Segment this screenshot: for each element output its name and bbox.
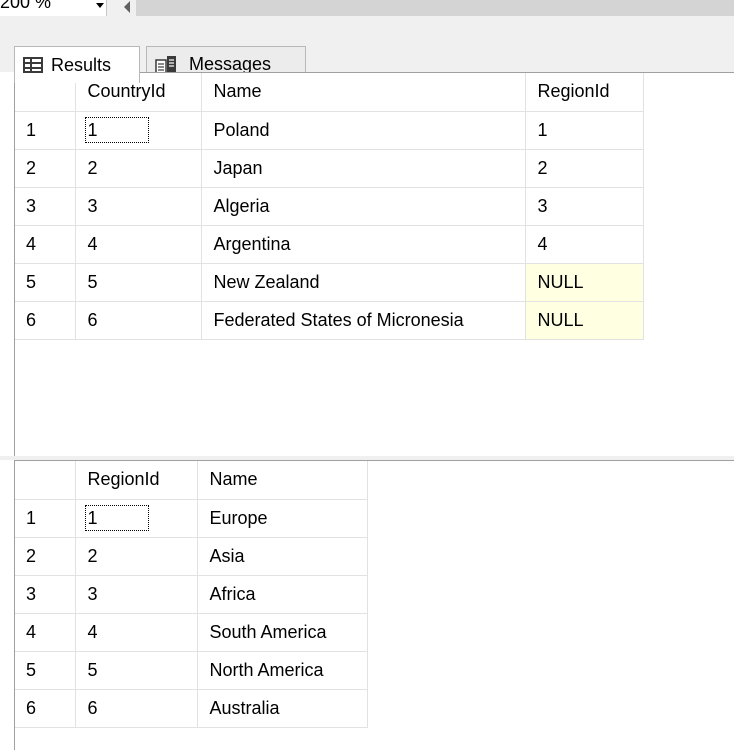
grid-cell[interactable]: 1 bbox=[525, 111, 644, 150]
table-row: 6 6 Australia bbox=[15, 689, 368, 728]
cell-value: 1 bbox=[84, 116, 149, 143]
horizontal-scrollbar[interactable] bbox=[136, 0, 734, 16]
grid-cell[interactable]: 4 bbox=[75, 613, 198, 652]
results-tab-bar: Results Messages bbox=[0, 16, 734, 83]
tab-results-label: Results bbox=[51, 54, 112, 75]
grid-cell[interactable]: North America bbox=[197, 651, 368, 690]
grid-cell[interactable]: Japan bbox=[201, 149, 526, 188]
results-frame-gutter bbox=[0, 72, 14, 750]
table-row: 2 2 Japan 2 bbox=[15, 149, 644, 188]
row-number[interactable]: 2 bbox=[15, 537, 76, 576]
row-number[interactable]: 2 bbox=[15, 149, 76, 188]
grid-cell[interactable]: Africa bbox=[197, 575, 368, 614]
grid-cell[interactable]: 5 bbox=[75, 263, 202, 302]
table-row: 2 2 Asia bbox=[15, 537, 368, 576]
grid-cell[interactable]: 4 bbox=[75, 225, 202, 264]
grid-cell[interactable]: 3 bbox=[75, 187, 202, 226]
chevron-down-icon[interactable] bbox=[96, 3, 104, 8]
row-number[interactable]: 5 bbox=[15, 651, 76, 690]
row-number[interactable]: 3 bbox=[15, 187, 76, 226]
table-row: 3 3 Africa bbox=[15, 575, 368, 614]
cell-value: 1 bbox=[84, 504, 149, 531]
row-number[interactable]: 4 bbox=[15, 225, 76, 264]
tab-results[interactable]: Results bbox=[14, 46, 140, 83]
null-cell[interactable]: NULL bbox=[525, 301, 644, 340]
table-row: 4 4 Argentina 4 bbox=[15, 225, 644, 264]
grid-icon bbox=[23, 57, 43, 73]
grid-cell[interactable]: 2 bbox=[525, 149, 644, 188]
null-cell[interactable]: NULL bbox=[525, 263, 644, 302]
zoom-value: 200 % bbox=[0, 0, 52, 12]
column-header[interactable]: RegionId bbox=[75, 461, 198, 500]
grid-cell[interactable]: 6 bbox=[75, 689, 198, 728]
table-row: 5 5 New Zealand NULL bbox=[15, 263, 644, 302]
row-number[interactable]: 5 bbox=[15, 263, 76, 302]
table-row: 4 4 South America bbox=[15, 613, 368, 652]
table-row: 1 1 Europe bbox=[15, 499, 368, 538]
scroll-left-arrow-icon[interactable] bbox=[124, 1, 130, 13]
grid-cell[interactable]: Federated States of Micronesia bbox=[201, 301, 526, 340]
regions-result-grid: RegionId Name 1 1 Europe 2 2 Asia 3 3 Af… bbox=[14, 460, 734, 750]
grid-cell[interactable]: Argentina bbox=[201, 225, 526, 264]
table-row: 1 1 Poland 1 bbox=[15, 111, 644, 150]
grid-cell[interactable]: Algeria bbox=[201, 187, 526, 226]
row-number[interactable]: 3 bbox=[15, 575, 76, 614]
zoom-dropdown[interactable]: 200 % bbox=[0, 0, 107, 16]
row-number[interactable]: 1 bbox=[15, 111, 76, 150]
grid-cell[interactable]: 1 bbox=[75, 111, 202, 150]
column-header[interactable]: RegionId bbox=[525, 73, 644, 112]
grid-cell[interactable]: South America bbox=[197, 613, 368, 652]
row-number[interactable]: 6 bbox=[15, 301, 76, 340]
grid-cell[interactable]: 4 bbox=[525, 225, 644, 264]
table-row: 3 3 Algeria 3 bbox=[15, 187, 644, 226]
grid-cell[interactable]: Poland bbox=[201, 111, 526, 150]
header-row: RegionId Name bbox=[15, 461, 368, 500]
grid-cell[interactable]: 3 bbox=[75, 575, 198, 614]
table-row: 5 5 North America bbox=[15, 651, 368, 690]
grid-cell[interactable]: 5 bbox=[75, 651, 198, 690]
row-number[interactable]: 1 bbox=[15, 499, 76, 538]
grid-cell[interactable]: Asia bbox=[197, 537, 368, 576]
grid-cell[interactable]: 6 bbox=[75, 301, 202, 340]
column-header[interactable]: Name bbox=[201, 73, 526, 112]
countries-result-grid: CountryId Name RegionId 1 1 Poland 1 2 2… bbox=[14, 72, 734, 456]
row-number[interactable]: 6 bbox=[15, 689, 76, 728]
toolbar-strip: 200 % bbox=[0, 0, 734, 16]
grid-cell[interactable]: 3 bbox=[525, 187, 644, 226]
grid-cell[interactable]: 2 bbox=[75, 537, 198, 576]
grid-cell[interactable]: Europe bbox=[197, 499, 368, 538]
table-row: 6 6 Federated States of Micronesia NULL bbox=[15, 301, 644, 340]
grid-cell[interactable]: Australia bbox=[197, 689, 368, 728]
grid-corner[interactable] bbox=[15, 461, 76, 500]
row-number[interactable]: 4 bbox=[15, 613, 76, 652]
column-header[interactable]: Name bbox=[197, 461, 368, 500]
grid-cell[interactable]: 2 bbox=[75, 149, 202, 188]
grid-cell[interactable]: 1 bbox=[75, 499, 198, 538]
grid-cell[interactable]: New Zealand bbox=[201, 263, 526, 302]
